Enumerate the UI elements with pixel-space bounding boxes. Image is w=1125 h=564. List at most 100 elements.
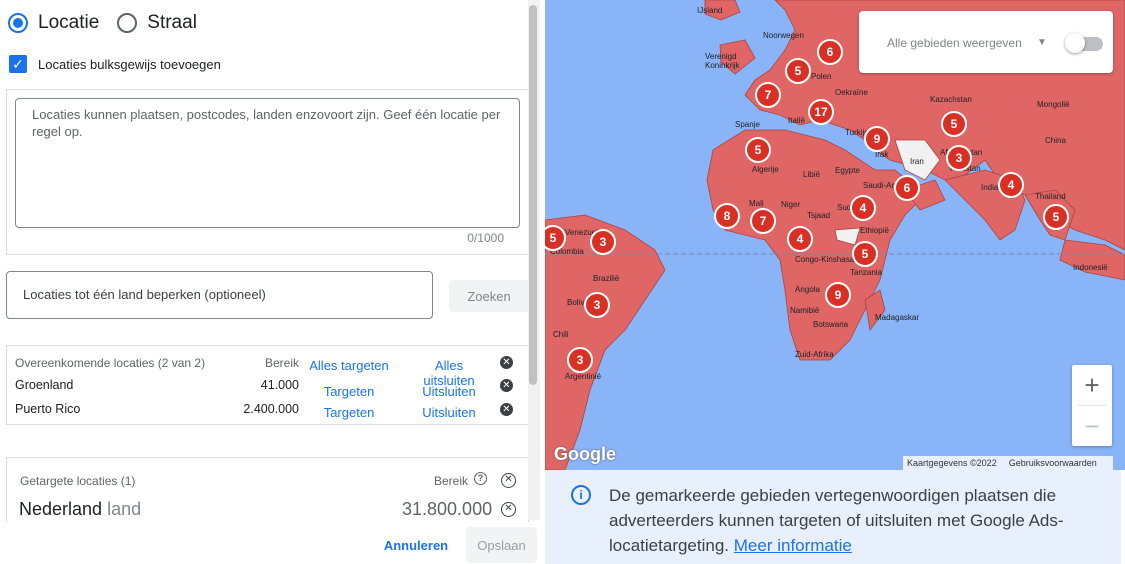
targeted-location: Nederland land	[19, 499, 141, 520]
map-label: Argentinië	[565, 372, 602, 381]
targeted-location-reach: 31.800.000	[402, 499, 493, 519]
map-label: Zuid-Afrika	[795, 350, 834, 359]
map-label: Congo-Kinshasa	[795, 255, 855, 264]
map-label: Mongolië	[1037, 100, 1070, 109]
match-row-target-link[interactable]: Targeten	[309, 384, 389, 399]
info-icon: i	[571, 485, 591, 505]
location-cluster-marker[interactable]: 4	[787, 226, 813, 252]
save-button[interactable]: Opslaan	[466, 527, 537, 563]
map-label: Italië	[788, 116, 805, 125]
location-cluster-marker[interactable]: 9	[825, 282, 851, 308]
bulk-locations-textarea[interactable]: Locaties kunnen plaatsen, postcodes, lan…	[15, 98, 520, 228]
map-label: Algerije	[752, 165, 779, 174]
location-panel: Locatie Straal ✓ Locaties bulksgewijs to…	[0, 0, 545, 564]
map-label: Botswana	[813, 320, 849, 329]
location-cluster-marker[interactable]: 8	[714, 203, 740, 229]
targeted-location-kind: land	[107, 499, 142, 519]
map-data-credit: Kaartgegevens ©2022	[907, 458, 997, 468]
map-label: Mali	[749, 199, 764, 208]
target-all-link[interactable]: Alles targeten	[309, 358, 389, 373]
search-button[interactable]: Zoeken	[449, 280, 529, 312]
location-radio-label[interactable]: Locatie	[38, 12, 99, 34]
location-cluster-marker[interactable]: 5	[1043, 204, 1069, 230]
location-cluster-marker[interactable]: 3	[567, 347, 593, 373]
targeted-locations-section: Getargete locaties (1) Bereik ? ✕ Nederl…	[6, 457, 529, 522]
location-cluster-marker[interactable]: 5	[745, 137, 771, 163]
bulk-add-label[interactable]: Locaties bulksgewijs toevoegen	[38, 57, 221, 72]
zoom-controls: + −	[1072, 365, 1112, 446]
map-label: China	[1045, 136, 1066, 145]
toggle-knob[interactable]	[1065, 33, 1085, 53]
location-cluster-marker[interactable]: 7	[750, 208, 776, 234]
match-row-remove-icon[interactable]: ✕	[500, 379, 513, 392]
match-row-exclude-link[interactable]: Uitsluiten	[409, 405, 489, 420]
map-label: Verenigd Koninkrijk	[705, 52, 740, 70]
location-type-radio-group: Locatie Straal	[8, 12, 215, 34]
country-limit-input[interactable]: Locaties tot één land beperken (optionee…	[6, 271, 433, 319]
map-label: Namibië	[790, 306, 820, 315]
location-cluster-marker[interactable]: 3	[584, 292, 610, 318]
map-label: Indonesië	[1073, 263, 1108, 272]
map-label: Spanje	[735, 120, 760, 129]
clear-targeted-icon[interactable]: ✕	[501, 473, 516, 488]
location-cluster-marker[interactable]: 9	[864, 126, 890, 152]
info-text: De gemarkeerde gebieden vertegenwoordige…	[609, 483, 1109, 558]
map-label: Egypte	[835, 166, 860, 175]
terms-link[interactable]: Gebruiksvoorwaarden	[1009, 458, 1097, 468]
scrollbar-thumb[interactable]	[529, 5, 537, 385]
matching-locations-table: Overeenkomende locaties (2 van 2) Bereik…	[6, 345, 529, 425]
location-radio[interactable]	[8, 13, 28, 33]
location-cluster-marker[interactable]: 4	[998, 172, 1024, 198]
map-label: Oekraïne	[835, 88, 868, 97]
location-cluster-marker[interactable]: 6	[894, 175, 920, 201]
show-all-areas-card: Alle gebieden weergeven ▼	[859, 11, 1113, 73]
google-logo: Google	[554, 444, 616, 464]
match-row-name: Groenland	[15, 378, 74, 392]
map-label: IJsland	[697, 6, 723, 15]
map-label: Angola	[795, 285, 820, 294]
zoom-out-button[interactable]: −	[1072, 406, 1112, 446]
location-cluster-marker[interactable]: 3	[946, 145, 972, 171]
location-cluster-marker[interactable]: 5	[941, 111, 967, 137]
map-label: Brazilië	[593, 274, 620, 283]
radius-radio[interactable]	[117, 13, 138, 33]
targeted-header: Getargete locaties (1)	[20, 474, 136, 488]
location-cluster-marker[interactable]: 3	[590, 229, 616, 255]
more-info-link[interactable]: Meer informatie	[734, 536, 852, 555]
match-row-reach: 2.400.000	[243, 402, 299, 416]
location-cluster-marker[interactable]: 7	[755, 82, 781, 108]
location-cluster-marker[interactable]: 5	[785, 58, 811, 84]
map-label: Ethiopië	[860, 226, 889, 235]
help-icon[interactable]: ?	[474, 472, 487, 485]
map-label: Kazachstan	[930, 95, 972, 104]
map-label: Libië	[803, 170, 820, 179]
matching-header: Overeenkomende locaties (2 van 2)	[15, 356, 206, 370]
map-label: Polen	[811, 72, 832, 81]
location-cluster-marker[interactable]: 4	[850, 195, 876, 221]
match-row-name: Puerto Rico	[15, 402, 81, 416]
match-row-exclude-link[interactable]: Uitsluiten	[409, 384, 489, 399]
clear-all-icon[interactable]: ✕	[500, 356, 513, 369]
matching-reach-header: Bereik	[265, 356, 300, 370]
remove-targeted-location-icon[interactable]: ✕	[501, 502, 516, 517]
map-label: Thailand	[1035, 192, 1066, 201]
map-label: Chili	[553, 330, 569, 339]
location-cluster-marker[interactable]: 5	[852, 241, 878, 267]
show-all-areas-label[interactable]: Alle gebieden weergeven	[887, 36, 1022, 50]
map-label: Tsjaad	[807, 211, 831, 220]
bulk-add-row: ✓ Locaties bulksgewijs toevoegen	[9, 55, 221, 73]
world-map[interactable]: IJsland Noorwegen Verenigd Koninkrijk Po…	[545, 0, 1125, 470]
map-label: Iran	[910, 157, 924, 166]
cancel-button[interactable]: Annuleren	[376, 528, 456, 562]
map-label: Niger	[781, 200, 801, 209]
radius-radio-label[interactable]: Straal	[147, 12, 197, 34]
targeted-location-name: Nederland	[19, 499, 103, 519]
chevron-down-icon[interactable]: ▼	[1037, 37, 1047, 48]
bulk-add-checkbox[interactable]: ✓	[9, 55, 27, 73]
zoom-in-button[interactable]: +	[1072, 365, 1112, 405]
match-row-remove-icon[interactable]: ✕	[500, 403, 513, 416]
match-row-target-link[interactable]: Targeten	[309, 405, 389, 420]
location-cluster-marker[interactable]: 17	[808, 99, 834, 125]
location-cluster-marker[interactable]: 6	[817, 39, 843, 65]
targeted-reach-header: Bereik	[434, 474, 469, 488]
